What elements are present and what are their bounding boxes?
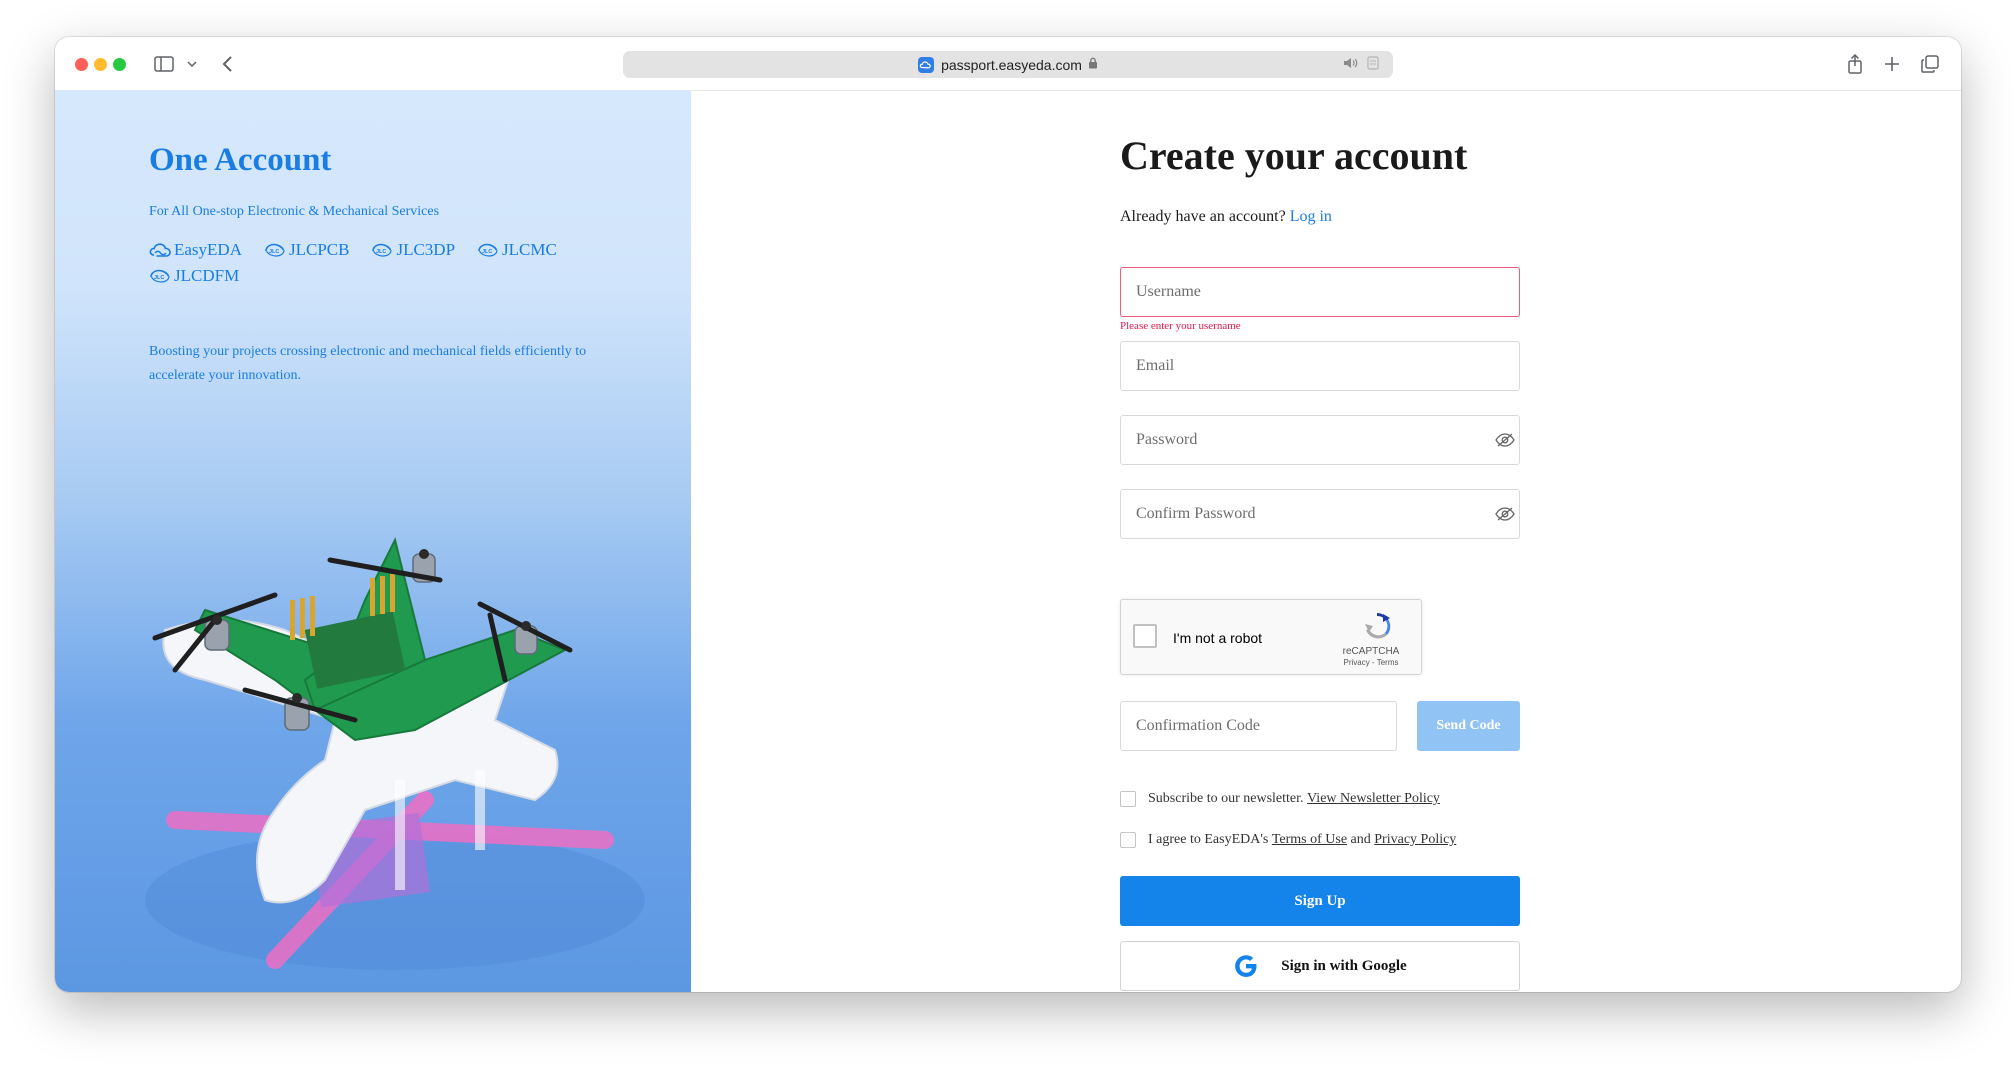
brand-jlcdfm: JLC JLCDFM xyxy=(149,266,239,286)
tab-overview-icon[interactable] xyxy=(1920,51,1940,77)
speaker-icon[interactable] xyxy=(1343,56,1359,73)
confirmation-code-field[interactable] xyxy=(1120,701,1397,751)
brand-jlcdfm-label: JLCDFM xyxy=(174,266,240,285)
username-field[interactable] xyxy=(1120,267,1520,317)
svg-text:JLC: JLC xyxy=(376,249,386,255)
browser-toolbar: passport.easyeda.com xyxy=(55,37,1961,91)
reader-icon[interactable] xyxy=(1367,56,1379,73)
brand-jlcmc-label: JLCMC xyxy=(502,240,557,259)
promo-subtitle: For All One-stop Electronic & Mechanical… xyxy=(149,204,440,219)
sign-up-button[interactable]: Sign Up xyxy=(1120,876,1520,926)
promo-panel: One Account For All One-stop Electronic … xyxy=(55,90,691,992)
newsletter-option: Subscribe to our newsletter. View Newsle… xyxy=(1120,791,1440,807)
brand-jlcmc: JLC JLCMC xyxy=(477,240,557,260)
recaptcha-logo-icon xyxy=(1365,613,1391,639)
easyeda-logo-icon xyxy=(149,243,171,257)
back-icon[interactable] xyxy=(217,51,237,77)
recaptcha-terms-links[interactable]: Privacy - Terms xyxy=(1321,658,1421,667)
close-window-button[interactable] xyxy=(75,58,88,71)
page-title: Create your account xyxy=(1120,133,1468,178)
newsletter-policy-link[interactable]: View Newsletter Policy xyxy=(1307,791,1440,807)
send-code-button[interactable]: Send Code xyxy=(1417,701,1520,751)
svg-text:JLC: JLC xyxy=(154,275,164,281)
recaptcha-checkbox[interactable] xyxy=(1133,624,1157,648)
google-sign-in-label: Sign in with Google xyxy=(1281,957,1407,974)
share-icon[interactable] xyxy=(1845,51,1865,77)
privacy-policy-link[interactable]: Privacy Policy xyxy=(1374,832,1456,848)
google-sign-in-button[interactable]: Sign in with Google xyxy=(1120,941,1520,991)
sidebar-toggle-icon[interactable] xyxy=(152,51,176,77)
recaptcha-brand: reCAPTCHA xyxy=(1342,646,1400,657)
lock-icon xyxy=(1088,57,1098,72)
brand-jlc3dp-label: JLC3DP xyxy=(396,240,456,259)
terms-agreement-text: I agree to EasyEDA's xyxy=(1148,832,1269,847)
browser-window: passport.easyeda.com One Account For All… xyxy=(55,37,1961,992)
terms-agreement-option: I agree to EasyEDA's Terms of Use and Pr… xyxy=(1120,832,1456,848)
confirm-password-field[interactable] xyxy=(1120,489,1520,539)
promo-description: Boosting your projects crossing electron… xyxy=(149,344,587,383)
toggle-password-visibility-icon[interactable] xyxy=(1495,433,1515,447)
login-prompt: Already have an account? Log in xyxy=(1120,208,1332,226)
brand-jlcpcb-label: JLCPCB xyxy=(288,240,350,259)
chevron-down-icon[interactable] xyxy=(185,51,199,77)
toggle-confirm-password-visibility-icon[interactable] xyxy=(1495,507,1515,521)
login-link[interactable]: Log in xyxy=(1290,208,1332,225)
password-field[interactable] xyxy=(1120,415,1520,465)
username-error-text: Please enter your username xyxy=(1120,320,1241,332)
zoom-window-button[interactable] xyxy=(113,58,126,71)
svg-text:JLC: JLC xyxy=(269,249,279,255)
brand-jlc3dp: JLC JLC3DP xyxy=(371,240,455,260)
brand-jlcpcb: JLC JLCPCB xyxy=(264,240,349,260)
brand-easyeda-label: EasyEDA xyxy=(174,240,242,259)
jlc-logo-icon: JLC xyxy=(478,243,498,257)
url-text: passport.easyeda.com xyxy=(941,56,1082,73)
brand-list: EasyEDA JLC JLCPCB JLC JLC3DP JLC JLCMC … xyxy=(149,240,619,286)
brand-easyeda: EasyEDA xyxy=(149,240,242,260)
address-bar[interactable]: passport.easyeda.com xyxy=(623,51,1393,78)
newsletter-checkbox[interactable] xyxy=(1120,791,1136,807)
new-tab-icon[interactable] xyxy=(1882,51,1902,77)
site-favicon-icon xyxy=(918,56,935,73)
recaptcha-label: I'm not a robot xyxy=(1173,630,1263,646)
signup-form: Create your account Already have an acco… xyxy=(1120,90,1520,992)
login-prompt-text: Already have an account? xyxy=(1120,208,1286,225)
terms-and-text: and xyxy=(1350,832,1371,847)
newsletter-text: Subscribe to our newsletter. xyxy=(1148,791,1304,806)
email-field[interactable] xyxy=(1120,341,1520,391)
google-icon xyxy=(1235,955,1257,977)
recaptcha-widget: I'm not a robot reCAPTCHA Privacy - Term… xyxy=(1120,599,1422,675)
minimize-window-button[interactable] xyxy=(94,58,107,71)
jlc-logo-icon: JLC xyxy=(150,269,170,283)
drone-illustration xyxy=(145,537,645,970)
promo-title: One Account xyxy=(149,142,332,178)
jlc-logo-icon: JLC xyxy=(265,243,285,257)
terms-agreement-checkbox[interactable] xyxy=(1120,832,1136,848)
svg-text:JLC: JLC xyxy=(482,249,492,255)
jlc-logo-icon: JLC xyxy=(372,243,393,257)
terms-of-use-link[interactable]: Terms of Use xyxy=(1272,832,1347,848)
